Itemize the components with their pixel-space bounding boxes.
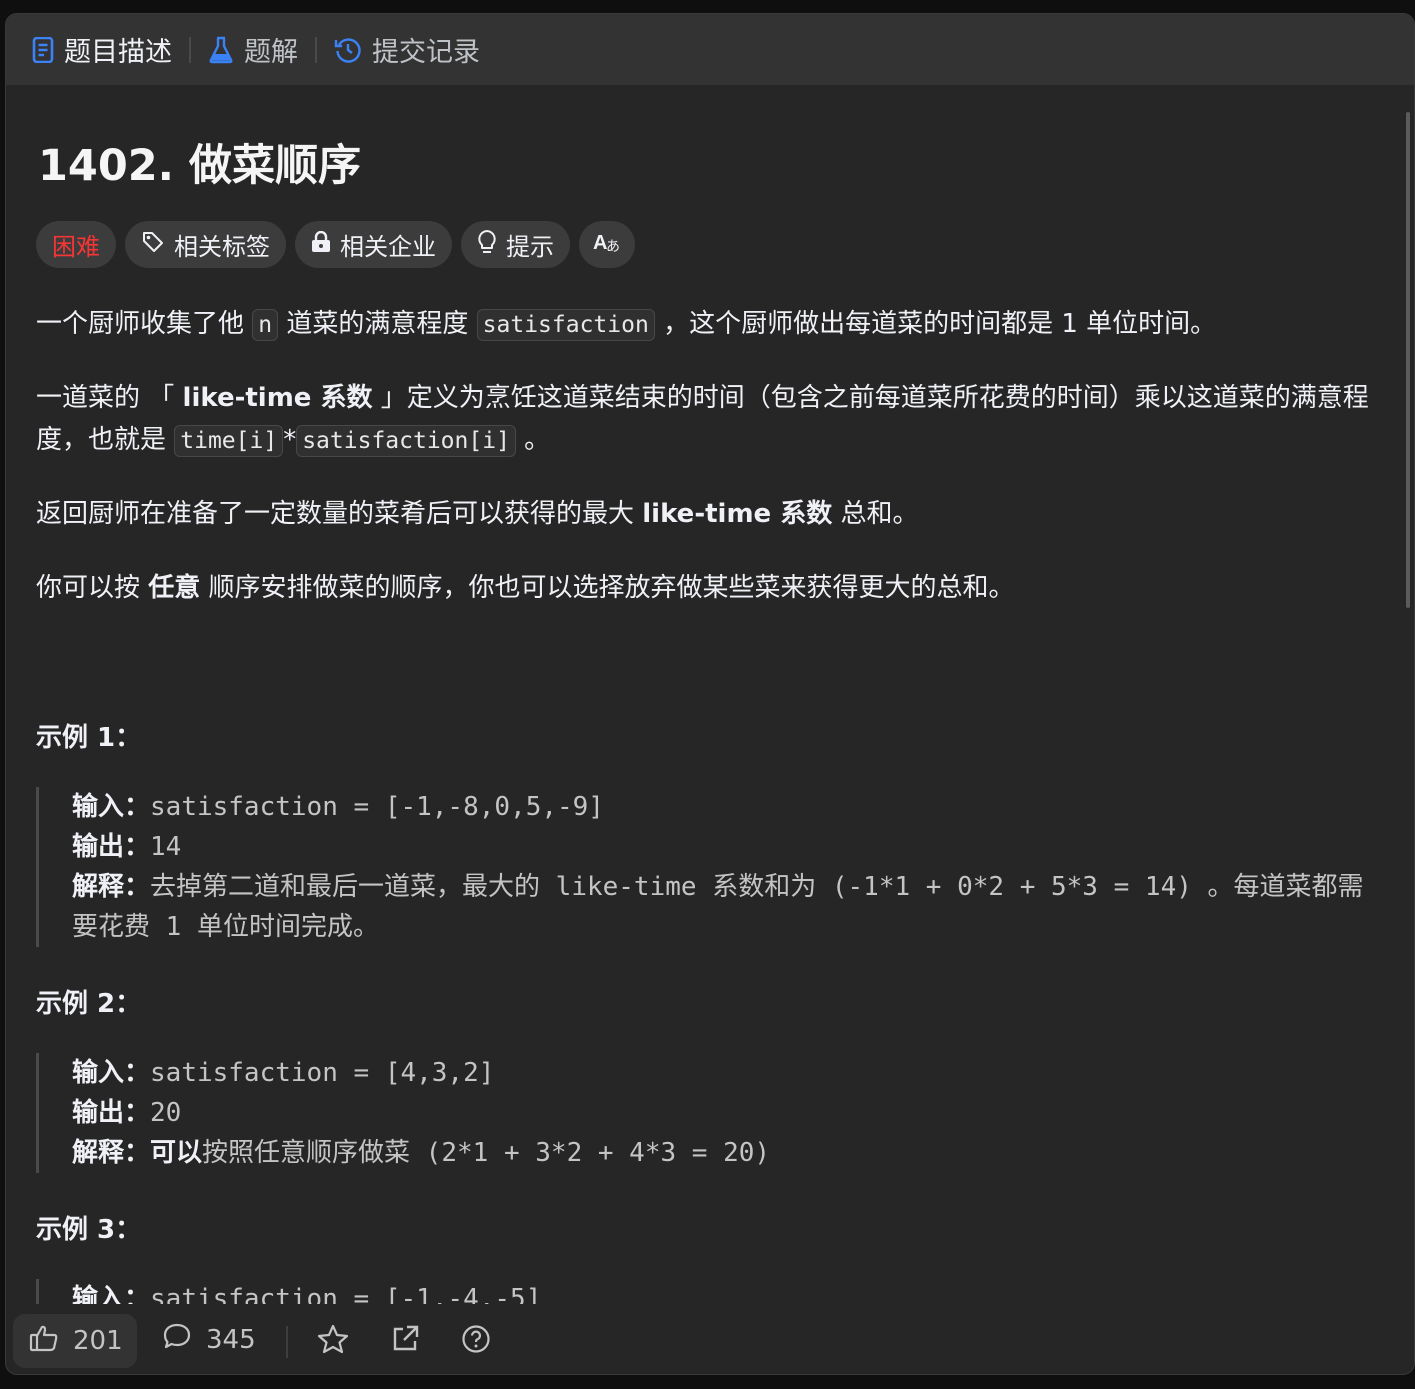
tab-solutions[interactable]: 题解 bbox=[208, 30, 298, 69]
output-value: 20 bbox=[150, 1098, 182, 1128]
problem-title: 1402. 做菜顺序 bbox=[38, 141, 361, 191]
favorite-button[interactable] bbox=[317, 1324, 349, 1361]
tab-bar: 题目描述 题解 提交记录 bbox=[6, 14, 1414, 85]
bold-text: like-time 系数 bbox=[182, 383, 373, 413]
example-3-block: 输入：satisfaction = [-1,-4,-5] bbox=[36, 1279, 1381, 1304]
example-3-title: 示例 3： bbox=[36, 1215, 142, 1245]
footer-divider bbox=[286, 1326, 288, 1358]
explanation-bold: 可以 bbox=[150, 1138, 203, 1168]
bold-text: 任意 bbox=[148, 573, 201, 603]
hints-label: 提示 bbox=[506, 233, 554, 261]
comment-icon bbox=[162, 1322, 192, 1357]
text: 你可以按 bbox=[36, 573, 149, 603]
example-1-block: 输入：satisfaction = [-1,-8,0,5,-9] 输出：14 解… bbox=[36, 787, 1381, 947]
input-value: satisfaction = [-1,-4,-5] bbox=[150, 1284, 542, 1304]
problem-panel: 题目描述 题解 提交记录 1402. 做菜顺序 困难 相关标签 相关企业 提示 … bbox=[5, 13, 1415, 1375]
translate-icon: Aあ bbox=[593, 230, 621, 260]
example-1-title: 示例 1： bbox=[36, 723, 142, 753]
example-2-title: 示例 2： bbox=[36, 989, 142, 1019]
output-value: 14 bbox=[150, 832, 182, 862]
star-icon bbox=[317, 1324, 349, 1361]
footer-toolbar: 201 345 bbox=[6, 1304, 1414, 1374]
code-satisfaction-i: satisfaction[i] bbox=[296, 425, 516, 457]
svg-text:あ: あ bbox=[606, 239, 620, 254]
text: 一个厨师收集了他 bbox=[36, 309, 253, 339]
comments-button[interactable]: 345 bbox=[162, 1322, 256, 1357]
help-icon bbox=[461, 1324, 491, 1361]
description-paragraph-2: 一道菜的 「 like-time 系数 」定义为烹饪这道菜结束的时间（包含之前每… bbox=[36, 377, 1371, 462]
difficulty-badge: 困难 bbox=[36, 221, 116, 268]
history-icon bbox=[334, 36, 362, 64]
explanation-text: 去掉第二道和最后一道菜，最大的 like-time 系数和为 (-1*1 + 0… bbox=[72, 872, 1364, 942]
tab-submissions-label: 提交记录 bbox=[372, 37, 480, 68]
text: 一道菜的 「 bbox=[36, 383, 183, 413]
tag-row: 困难 相关标签 相关企业 提示 Aあ bbox=[36, 221, 635, 268]
translate-button[interactable]: Aあ bbox=[579, 221, 635, 268]
output-label: 输出： bbox=[72, 1098, 151, 1128]
description-paragraph-3: 返回厨师在准备了一定数量的菜肴后可以获得的最大 like-time 系数 总和。 bbox=[36, 493, 1371, 535]
text: ，这个厨师做出每道菜的时间都是 1 单位时间。 bbox=[654, 309, 1217, 339]
text: 顺序安排做菜的顺序，你也可以选择放弃做某些菜来获得更大的总和。 bbox=[200, 573, 1015, 603]
like-button[interactable]: 201 bbox=[13, 1314, 137, 1368]
text: 返回厨师在准备了一定数量的菜肴后可以获得的最大 bbox=[36, 499, 643, 529]
tab-divider bbox=[189, 36, 191, 63]
text: 总和。 bbox=[832, 499, 919, 529]
output-label: 输出： bbox=[72, 832, 151, 862]
share-icon bbox=[390, 1324, 420, 1361]
related-tags-button[interactable]: 相关标签 bbox=[125, 221, 286, 268]
explanation-text: 按照任意顺序做菜 (2*1 + 3*2 + 4*3 = 20) bbox=[202, 1138, 771, 1168]
bold-text: like-time 系数 bbox=[642, 499, 833, 529]
input-label: 输入： bbox=[72, 792, 151, 822]
code-n: n bbox=[252, 309, 279, 341]
description-content[interactable]: 1402. 做菜顺序 困难 相关标签 相关企业 提示 A あ 一个厨师收集了他 … bbox=[6, 85, 1400, 1304]
code-satisfaction: satisfaction bbox=[476, 309, 655, 341]
related-companies-label: 相关企业 bbox=[340, 233, 436, 261]
description-icon bbox=[32, 36, 54, 63]
example-input-line: 输入：satisfaction = [4,3,2] bbox=[72, 1053, 1381, 1093]
scrollbar[interactable] bbox=[1406, 112, 1410, 608]
code-time: time[i] bbox=[174, 425, 284, 457]
input-label: 输入： bbox=[72, 1284, 151, 1304]
input-value: satisfaction = [-1,-8,0,5,-9] bbox=[150, 792, 604, 822]
input-label: 输入： bbox=[72, 1058, 151, 1088]
thumbs-up-icon bbox=[29, 1324, 59, 1359]
related-tags-label: 相关标签 bbox=[174, 233, 270, 261]
help-button[interactable] bbox=[461, 1324, 491, 1361]
lightbulb-icon bbox=[477, 229, 497, 261]
example-output-line: 输出：20 bbox=[72, 1093, 1381, 1133]
example-output-line: 输出：14 bbox=[72, 827, 1381, 867]
explanation-label: 解释： bbox=[72, 872, 151, 902]
tab-description-label: 题目描述 bbox=[64, 37, 172, 68]
description-paragraph-1: 一个厨师收集了他 n 道菜的满意程度 satisfaction ，这个厨师做出每… bbox=[36, 303, 1371, 346]
tab-solutions-label: 题解 bbox=[244, 37, 298, 68]
flask-icon bbox=[208, 36, 234, 64]
tab-submissions[interactable]: 提交记录 bbox=[334, 30, 480, 69]
input-value: satisfaction = [4,3,2] bbox=[150, 1058, 495, 1088]
example-2-block: 输入：satisfaction = [4,3,2] 输出：20 解释：可以按照任… bbox=[36, 1053, 1381, 1173]
comment-count: 345 bbox=[206, 1324, 256, 1355]
text: 。 bbox=[515, 425, 551, 455]
example-explanation-line: 解释：可以按照任意顺序做菜 (2*1 + 3*2 + 4*3 = 20) bbox=[72, 1133, 1381, 1173]
explanation-label: 解释： bbox=[72, 1138, 151, 1168]
tab-description[interactable]: 题目描述 bbox=[32, 30, 172, 69]
tab-divider bbox=[315, 36, 317, 63]
description-paragraph-4: 你可以按 任意 顺序安排做菜的顺序，你也可以选择放弃做某些菜来获得更大的总和。 bbox=[36, 567, 1371, 609]
example-input-line: 输入：satisfaction = [-1,-8,0,5,-9] bbox=[72, 787, 1381, 827]
example-input-line: 输入：satisfaction = [-1,-4,-5] bbox=[72, 1279, 1381, 1304]
text: * bbox=[283, 425, 297, 455]
related-companies-button[interactable]: 相关企业 bbox=[295, 221, 452, 268]
example-explanation-line: 解释：去掉第二道和最后一道菜，最大的 like-time 系数和为 (-1*1 … bbox=[72, 867, 1381, 947]
text: 道菜的满意程度 bbox=[278, 309, 477, 339]
hints-button[interactable]: 提示 bbox=[461, 221, 570, 268]
tag-icon bbox=[141, 230, 165, 260]
share-button[interactable] bbox=[390, 1324, 420, 1361]
like-count: 201 bbox=[73, 1326, 123, 1356]
lock-icon bbox=[311, 230, 331, 259]
